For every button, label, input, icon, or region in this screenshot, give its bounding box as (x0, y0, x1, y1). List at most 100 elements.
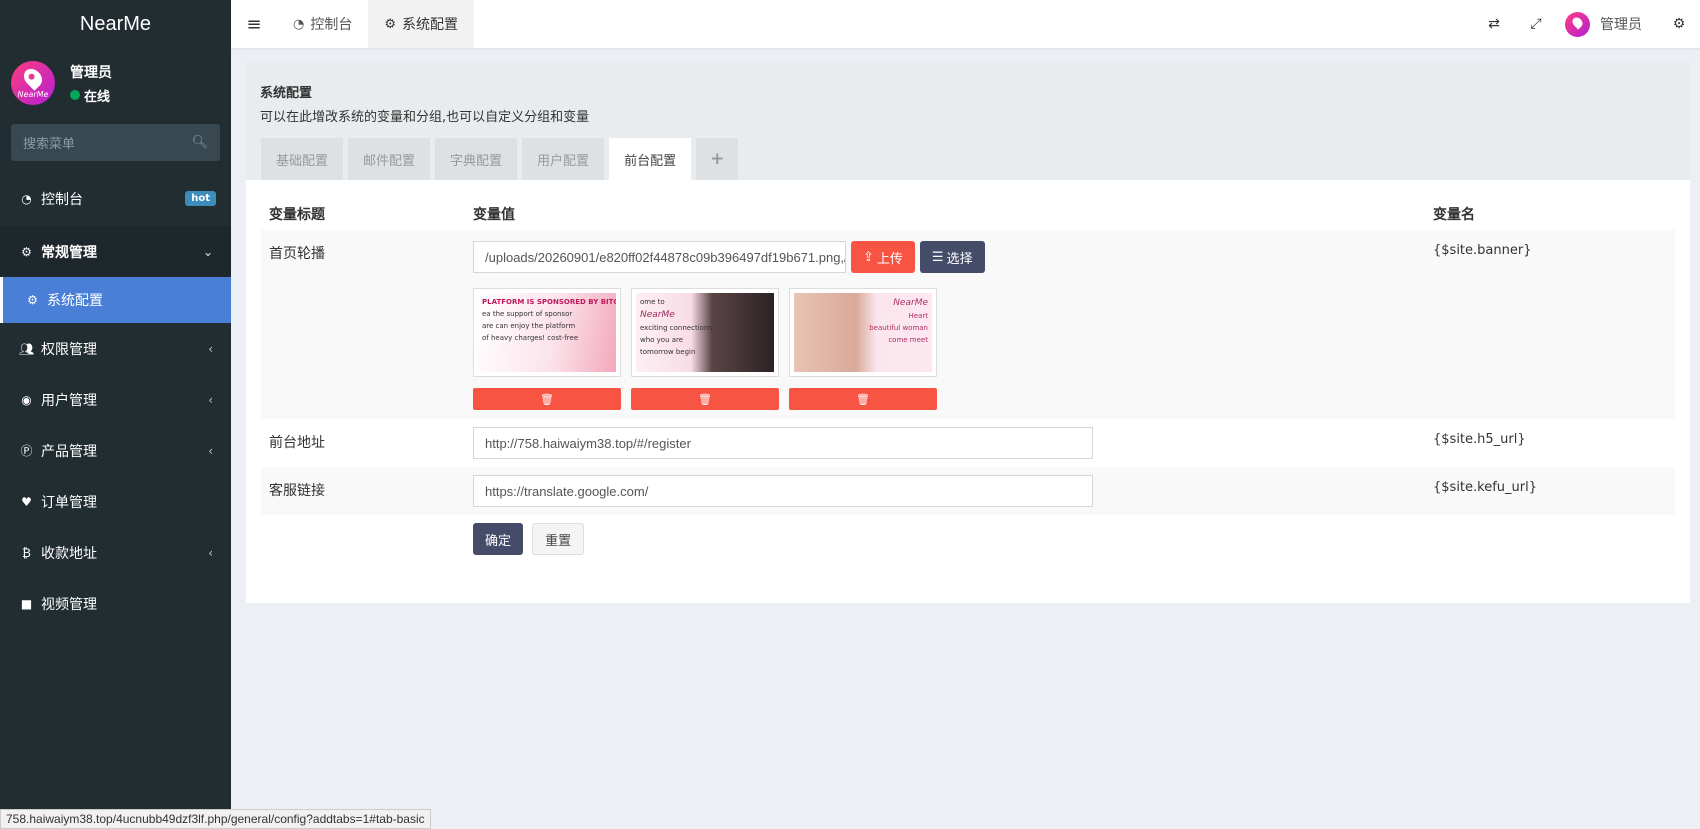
sidebar-item-label: 订单管理 (41, 494, 97, 511)
tab-user[interactable]: 用户配置 (522, 138, 605, 180)
sidebar-item-videos[interactable]: ■ 视频管理 (0, 578, 231, 629)
user-menu[interactable]: 管理员 (1557, 11, 1658, 37)
frontend-url-input[interactable]: http://758.haiwaiym38.top/#/register (473, 427, 1093, 459)
upload-label: 上传 (876, 251, 903, 267)
fullscreen-icon[interactable]: ⤢ (1515, 16, 1557, 32)
menu-toggle-icon[interactable]: ≡ (231, 0, 277, 48)
chevron-down-icon: ⌄ (202, 244, 213, 259)
sidebar-item-label: 用户管理 (41, 392, 97, 409)
header-title: 变量标题 (269, 207, 325, 223)
bitcoin-icon: ₿ (22, 545, 31, 560)
tab-frontend[interactable]: 前台配置 (609, 138, 692, 180)
row-var: {$site.banner} (1433, 243, 1532, 258)
delete-button[interactable]: 🗑︎ (473, 388, 621, 410)
translate-icon[interactable]: ⇄ (1473, 16, 1515, 32)
thumb-text: beautiful woman (869, 324, 928, 332)
reset-button[interactable]: 重置 (532, 523, 585, 555)
confirm-button[interactable]: 确定 (473, 523, 524, 555)
sidebar-menu: ◔ 控制台 hot ⚙ 常规管理 ⌄ ⚙ 系统配置 👥︎ 权限管理 ‹ ◉ 用户… (0, 171, 231, 629)
thumb-text: NearMe (893, 298, 928, 308)
thumb-text: come meet (888, 336, 928, 344)
chevron-left-icon: ‹ (208, 443, 213, 458)
sidebar-item-label: 常规管理 (41, 244, 97, 261)
search-input[interactable]: 搜索菜单 (23, 133, 75, 152)
tab-label: 控制台 (310, 17, 353, 33)
tab-dashboard[interactable]: ◔ 控制台 (277, 0, 368, 48)
gear-icon: ⚙ (384, 16, 396, 32)
header-value: 变量值 (473, 207, 515, 223)
delete-button[interactable]: 🗑︎ (631, 388, 779, 410)
choose-label: 选择 (946, 251, 973, 267)
user-panel: NearMe 管理员 在线 (0, 48, 231, 118)
header-var: 变量名 (1433, 207, 1475, 223)
banner-thumbnail[interactable]: PLATFORM IS SPONSORED BY BITGET ea the s… (473, 288, 621, 377)
tab-email[interactable]: 邮件配置 (348, 138, 431, 180)
thumb-text: tomorrow begin (640, 348, 696, 356)
row-title: 客服链接 (269, 483, 325, 499)
heartbeat-icon: ♥ (21, 494, 32, 509)
thumb-text: NearMe (640, 310, 675, 320)
user-status: 在线 (70, 86, 112, 105)
service-url-input[interactable]: https://translate.google.com/ (473, 475, 1093, 507)
video-icon: ■ (20, 596, 33, 611)
avatar (1565, 11, 1590, 37)
cogs-icon: ⚙ (21, 244, 32, 259)
tab-basic[interactable]: 基础配置 (261, 138, 344, 180)
row-var: {$site.h5_url} (1433, 432, 1526, 447)
menu-search[interactable]: 搜索菜单 🔍︎ (11, 124, 220, 161)
panel-heading: 系统配置 可以在此增改系统的变量和分组,也可以自定义分组和变量 基础配置 邮件配… (246, 63, 1690, 180)
thumb-text: exciting connections (640, 324, 713, 332)
add-tab-button[interactable]: + (696, 138, 739, 180)
user-name: 管理员 (70, 64, 112, 81)
page-title: 系统配置 (260, 86, 313, 101)
chevron-left-icon: ‹ (208, 341, 213, 356)
hot-badge: hot (185, 191, 216, 206)
row-title: 首页轮播 (269, 246, 325, 262)
delete-button[interactable]: 🗑︎ (789, 388, 937, 410)
trash-icon: 🗑︎ (540, 392, 554, 406)
config-panel: 系统配置 可以在此增改系统的变量和分组,也可以自定义分组和变量 基础配置 邮件配… (246, 63, 1690, 603)
table-row: 前台地址 http://758.haiwaiym38.top/#/registe… (261, 419, 1675, 467)
banner-thumbnail[interactable]: NearMe Heart beautiful woman come meet (789, 288, 937, 377)
search-icon[interactable]: 🔍︎ (191, 135, 208, 150)
upload-button[interactable]: ⇪ 上传 (851, 241, 915, 273)
thumb-text: PLATFORM IS SPONSORED BY BITGET (482, 298, 616, 306)
choose-button[interactable]: ☰ 选择 (919, 241, 985, 273)
list-icon: ☰ (931, 249, 944, 265)
trash-icon: 🗑︎ (856, 392, 870, 406)
logo[interactable]: NearMe (0, 0, 231, 48)
group-icon: 👥︎ (19, 341, 35, 356)
config-table: 变量标题 变量值 变量名 首页轮播 /uploads/20260901/e820… (261, 198, 1675, 564)
avatar: NearMe (11, 61, 55, 105)
trash-icon: 🗑︎ (698, 392, 712, 406)
status-url: 758.haiwaiym38.top/4ucnubb49dzf3lf.php/g… (0, 809, 431, 829)
sidebar-item-dashboard[interactable]: ◔ 控制台 hot (0, 171, 231, 226)
user-status-label: 在线 (84, 89, 111, 105)
sidebar-item-label: 权限管理 (41, 341, 97, 358)
settings-icon[interactable]: ⚙ (1658, 16, 1700, 32)
page-description: 可以在此增改系统的变量和分组,也可以自定义分组和变量 (260, 110, 590, 125)
tab-label: 系统配置 (402, 17, 458, 33)
sidebar-item-orders[interactable]: ♥ 订单管理 (0, 476, 231, 527)
sidebar-item-system-config[interactable]: ⚙ 系统配置 (0, 277, 231, 323)
location-pin-icon (20, 65, 46, 91)
banner-thumbnails: PLATFORM IS SPONSORED BY BITGET ea the s… (473, 288, 1433, 410)
tab-system-config[interactable]: ⚙ 系统配置 (368, 0, 474, 48)
dashboard-icon: ◔ (21, 191, 32, 206)
sidebar-item-users[interactable]: ◉ 用户管理 ‹ (0, 374, 231, 425)
sidebar: NearMe NearMe 管理员 在线 搜索菜单 🔍︎ ◔ 控制台 hot ⚙… (0, 0, 231, 829)
row-title: 前台地址 (269, 435, 325, 451)
sidebar-item-products[interactable]: Ⓟ 产品管理 ‹ (0, 425, 231, 476)
sidebar-item-label: 产品管理 (41, 443, 97, 460)
sidebar-item-auth[interactable]: 👥︎ 权限管理 ‹ (0, 323, 231, 374)
sidebar-item-general[interactable]: ⚙ 常规管理 ⌄ (0, 226, 231, 277)
config-tabs: 基础配置 邮件配置 字典配置 用户配置 前台配置 + (261, 138, 743, 180)
form-actions: 确定 重置 (261, 515, 1675, 564)
row-var: {$site.kefu_url} (1433, 480, 1537, 495)
tab-dictionary[interactable]: 字典配置 (435, 138, 518, 180)
banner-thumbnail[interactable]: ome to NearMe exciting connections who y… (631, 288, 779, 377)
thumb-text: of heavy charges! cost-free (482, 334, 579, 342)
banner-input[interactable]: /uploads/20260901/e820ff02f44878c09b3964… (473, 241, 846, 273)
sidebar-item-payment[interactable]: ₿ 收款地址 ‹ (0, 527, 231, 578)
thumb-text: who you are (640, 336, 684, 344)
